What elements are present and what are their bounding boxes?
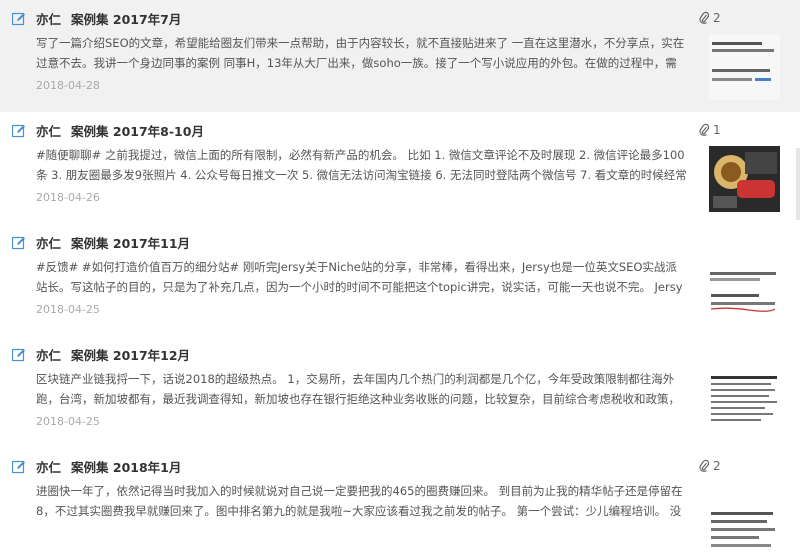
attachment-count: 2	[699, 10, 721, 26]
note-item[interactable]: 亦仁 案例集 2017年11月 #反馈# #如何打造价值百万的细分站# 刚听完Je…	[0, 224, 800, 336]
note-author: 亦仁	[36, 124, 62, 139]
edit-note-icon	[12, 460, 25, 474]
note-thumbnail[interactable]	[709, 370, 780, 436]
note-title: 亦仁 案例集 2017年7月	[36, 9, 181, 28]
note-date: 2018-04-25	[36, 415, 100, 428]
edit-note-icon	[12, 348, 25, 362]
note-item[interactable]: 亦仁 案例集 2017年7月 2 写了一篇介绍SEO的文章，希望能给圈友们带来一点…	[0, 0, 800, 112]
note-snippet: 写了一篇介绍SEO的文章，希望能给圈友们带来一点帮助，由于内容较长，就不直接贴进…	[36, 36, 685, 70]
note-date: 2018-04-25	[36, 303, 100, 316]
note-date: 2018-04-28	[36, 79, 100, 92]
attachment-count-text: 1	[713, 123, 721, 137]
note-author: 亦仁	[36, 236, 62, 251]
note-item[interactable]: 亦仁 案例集 2017年8-10月 1 #随便聊聊# 之前我提过，微信上面的所有限…	[0, 112, 800, 224]
note-snippet: #随便聊聊# 之前我提过，微信上面的所有限制，必然有新产品的机会。 比如 1. …	[36, 148, 687, 182]
note-author: 亦仁	[36, 348, 62, 363]
note-title-text: 案例集 2017年12月	[71, 348, 191, 363]
edit-note-icon	[12, 236, 25, 250]
note-item[interactable]: 亦仁 案例集 2018年1月 2 进圈快一年了，依然记得当时我加入的时候就说对自己…	[0, 448, 800, 560]
paperclip-icon	[699, 11, 709, 24]
note-thumbnail[interactable]	[709, 34, 780, 100]
note-title-text: 案例集 2017年7月	[71, 12, 182, 27]
edit-note-icon	[12, 12, 25, 26]
note-author: 亦仁	[36, 12, 62, 27]
note-thumbnail[interactable]	[709, 482, 780, 548]
note-snippet: #反馈# #如何打造价值百万的细分站# 刚听完Jersy关于Niche站的分享，…	[36, 260, 683, 294]
note-snippet: 进圈快一年了，依然记得当时我加入的时候就说对自己说一定要把我的465的圈费赚回来…	[36, 484, 683, 518]
note-title-text: 案例集 2018年1月	[71, 460, 182, 475]
scrollbar[interactable]	[796, 148, 800, 220]
paperclip-icon	[699, 459, 709, 472]
attachment-count-text: 2	[713, 459, 721, 473]
note-title: 亦仁 案例集 2017年11月	[36, 233, 190, 252]
note-title: 亦仁 案例集 2017年12月	[36, 345, 190, 364]
note-thumbnail[interactable]	[709, 258, 780, 324]
attachment-count: 1	[699, 122, 721, 138]
attachment-count-text: 2	[713, 11, 721, 25]
note-thumbnail[interactable]	[709, 146, 780, 212]
note-date: 2018-04-26	[36, 191, 100, 204]
note-title: 亦仁 案例集 2018年1月	[36, 457, 181, 476]
attachment-count: 2	[699, 458, 721, 474]
note-title-text: 案例集 2017年8-10月	[71, 124, 204, 139]
paperclip-icon	[699, 123, 709, 136]
note-item[interactable]: 亦仁 案例集 2017年12月 区块链产业链我捋一下，话说2018的超级热点。 1…	[0, 336, 800, 448]
edit-note-icon	[12, 124, 25, 138]
note-author: 亦仁	[36, 460, 62, 475]
note-snippet: 区块链产业链我捋一下，话说2018的超级热点。 1，交易所，去年国内几个热门的利…	[36, 372, 680, 406]
note-title: 亦仁 案例集 2017年8-10月	[36, 121, 204, 140]
note-title-text: 案例集 2017年11月	[71, 236, 191, 251]
